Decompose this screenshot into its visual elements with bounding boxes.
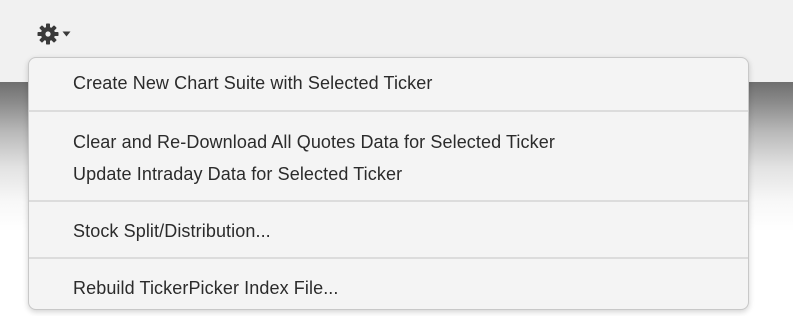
app-window: Create New Chart Suite with Selected Tic… [0, 0, 793, 316]
menu-item-create-chart-suite[interactable]: Create New Chart Suite with Selected Tic… [73, 73, 432, 94]
chevron-down-icon [62, 31, 71, 37]
menu-item-update-intraday-data[interactable]: Update Intraday Data for Selected Ticker [73, 164, 402, 185]
menu-separator [29, 200, 748, 202]
gear-menu-button[interactable] [36, 22, 80, 46]
menu-item-rebuild-tickerpicker-index[interactable]: Rebuild TickerPicker Index File... [73, 278, 339, 299]
menu-item-stock-split-distribution[interactable]: Stock Split/Distribution... [73, 221, 271, 242]
menu-separator [29, 257, 748, 259]
gear-dropdown-menu: Create New Chart Suite with Selected Tic… [28, 57, 749, 310]
menu-separator [29, 110, 748, 112]
menu-item-clear-redownload-quotes[interactable]: Clear and Re-Download All Quotes Data fo… [73, 132, 555, 153]
gear-icon [36, 22, 60, 46]
